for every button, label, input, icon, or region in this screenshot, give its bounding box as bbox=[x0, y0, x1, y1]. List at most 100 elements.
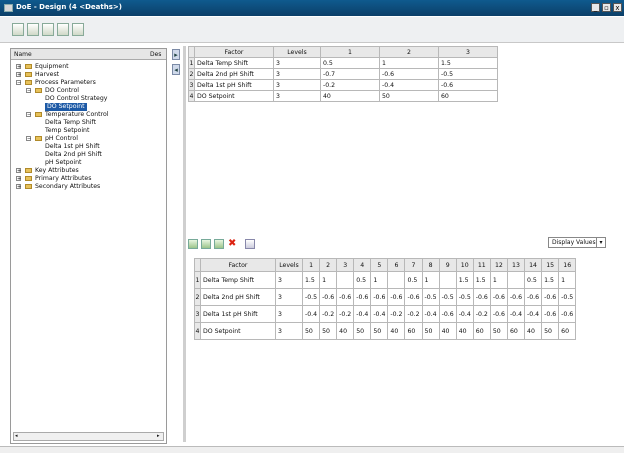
column-header[interactable]: 11 bbox=[472, 258, 491, 272]
tree-item[interactable]: + Secondary Attributes bbox=[15, 183, 165, 191]
column-header[interactable]: Levels bbox=[275, 258, 303, 272]
table-row[interactable]: 2 Delta 2nd pH Shift 3 -0.7 -0.6 -0.5 bbox=[188, 68, 498, 80]
table-cell[interactable]: -0.4 bbox=[370, 305, 389, 323]
tree-item[interactable]: + Equipment bbox=[15, 63, 165, 71]
tree-item[interactable]: − DO Control bbox=[15, 87, 165, 95]
table-cell[interactable]: 3 bbox=[275, 288, 303, 306]
table-cell[interactable] bbox=[336, 271, 355, 289]
column-header[interactable]: Levels bbox=[273, 46, 321, 58]
table-cell[interactable]: 60 bbox=[438, 90, 498, 102]
table-cell[interactable]: -0.5 bbox=[455, 288, 474, 306]
expand-icon[interactable]: + bbox=[16, 72, 21, 78]
table-cell[interactable]: 0.5 bbox=[320, 57, 380, 69]
column-header[interactable]: 2 bbox=[379, 46, 439, 58]
table-cell[interactable]: Delta 1st pH Shift bbox=[194, 79, 274, 91]
table-cell[interactable]: -0.5 bbox=[421, 288, 440, 306]
table-cell[interactable]: 1.5 bbox=[541, 271, 560, 289]
table-row[interactable]: 4 DO Setpoint 3 40 50 60 bbox=[188, 90, 498, 102]
table-cell[interactable]: 1 bbox=[370, 271, 389, 289]
table-cell[interactable]: 1 bbox=[319, 271, 338, 289]
table-cell[interactable]: -0.6 bbox=[404, 288, 423, 306]
table-cell[interactable]: -0.6 bbox=[524, 288, 543, 306]
table-cell[interactable]: -0.6 bbox=[370, 288, 389, 306]
save-icon[interactable] bbox=[42, 23, 54, 36]
add-column-icon[interactable] bbox=[214, 239, 224, 249]
table-cell[interactable]: -0.6 bbox=[336, 288, 355, 306]
save-as-icon[interactable] bbox=[57, 23, 69, 36]
table-cell[interactable]: -0.2 bbox=[387, 305, 406, 323]
table-cell[interactable] bbox=[387, 271, 406, 289]
table-cell[interactable]: -0.4 bbox=[379, 79, 439, 91]
tree-item[interactable]: pH Setpoint bbox=[15, 159, 165, 167]
maximize-button[interactable]: ▫ bbox=[602, 3, 611, 12]
column-header[interactable]: 3 bbox=[438, 46, 498, 58]
panel-splitter[interactable] bbox=[183, 46, 186, 442]
table-cell[interactable]: 1.5 bbox=[455, 271, 474, 289]
tree-item[interactable]: + Primary Attributes bbox=[15, 175, 165, 183]
table-cell[interactable]: Delta 2nd pH Shift bbox=[194, 68, 274, 80]
minimize-button[interactable]: _ bbox=[591, 3, 600, 12]
column-header[interactable]: 1 bbox=[320, 46, 380, 58]
table-cell[interactable]: 1 bbox=[558, 271, 577, 289]
table-cell[interactable]: -0.4 bbox=[506, 305, 526, 323]
table-cell[interactable]: -0.6 bbox=[353, 288, 372, 306]
table-cell[interactable]: -0.6 bbox=[438, 305, 457, 323]
table-cell[interactable]: 1 bbox=[379, 57, 439, 69]
column-header[interactable]: 5 bbox=[370, 258, 389, 272]
table-cell[interactable]: 0.5 bbox=[404, 271, 423, 289]
column-header[interactable]: 1 bbox=[301, 258, 321, 272]
column-header[interactable]: 4 bbox=[353, 258, 372, 272]
table-cell[interactable]: 60 bbox=[506, 322, 526, 340]
table-cell[interactable]: 50 bbox=[541, 322, 560, 340]
horizontal-scrollbar[interactable]: ◂ ▸ bbox=[13, 432, 164, 441]
table-cell[interactable]: 60 bbox=[472, 322, 491, 340]
table-cell[interactable]: -0.2 bbox=[320, 79, 380, 91]
chevron-down-icon[interactable]: ▾ bbox=[596, 238, 605, 247]
tree-item[interactable]: Delta 2nd pH Shift bbox=[15, 151, 165, 159]
export-icon[interactable] bbox=[245, 239, 255, 249]
table-cell[interactable]: -0.6 bbox=[558, 305, 577, 323]
table-cell[interactable]: -0.6 bbox=[379, 68, 439, 80]
collapse-icon[interactable]: − bbox=[26, 112, 31, 118]
table-cell[interactable]: -0.5 bbox=[438, 288, 457, 306]
table-cell[interactable]: -0.2 bbox=[404, 305, 423, 323]
collapse-icon[interactable]: − bbox=[16, 80, 21, 86]
tree-col-name[interactable]: Name bbox=[14, 51, 32, 58]
table-cell[interactable]: -0.6 bbox=[319, 288, 338, 306]
table-cell[interactable]: -0.4 bbox=[524, 305, 543, 323]
table-cell[interactable]: 3 bbox=[275, 271, 303, 289]
table-cell[interactable]: -0.5 bbox=[301, 288, 321, 306]
table-cell[interactable]: 3 bbox=[275, 305, 303, 323]
column-header[interactable]: Factor bbox=[194, 46, 274, 58]
table-cell[interactable]: 0.5 bbox=[524, 271, 543, 289]
table-cell[interactable]: 1.5 bbox=[438, 57, 498, 69]
table-cell[interactable]: -0.6 bbox=[506, 288, 526, 306]
new-icon[interactable] bbox=[12, 23, 24, 36]
table-cell[interactable]: 3 bbox=[273, 90, 321, 102]
column-header[interactable]: 2 bbox=[319, 258, 338, 272]
table-cell[interactable]: 50 bbox=[301, 322, 321, 340]
table-cell[interactable]: -0.5 bbox=[438, 68, 498, 80]
table-cell[interactable]: -0.6 bbox=[438, 79, 498, 91]
collapse-icon[interactable]: − bbox=[26, 88, 31, 94]
table-cell[interactable]: Delta Temp Shift bbox=[194, 57, 274, 69]
table-cell[interactable]: -0.6 bbox=[387, 288, 406, 306]
table-cell[interactable]: -0.4 bbox=[455, 305, 474, 323]
table-row[interactable]: 2 Delta 2nd pH Shift 3 -0.5 -0.6 -0.6 -0.6 -0.6… bbox=[194, 288, 577, 306]
table-cell[interactable]: 40 bbox=[524, 322, 543, 340]
table-cell[interactable]: -0.4 bbox=[353, 305, 372, 323]
table-cell[interactable]: 40 bbox=[455, 322, 474, 340]
table-cell[interactable]: 40 bbox=[336, 322, 355, 340]
table-cell[interactable]: 3 bbox=[273, 57, 321, 69]
table-cell[interactable] bbox=[506, 271, 526, 289]
table-cell[interactable]: DO Setpoint bbox=[194, 90, 274, 102]
table-cell[interactable]: 40 bbox=[438, 322, 457, 340]
add-row-icon[interactable] bbox=[201, 239, 211, 249]
table-row[interactable]: 3 Delta 1st pH Shift 3 -0.2 -0.4 -0.6 bbox=[188, 79, 498, 91]
table-cell[interactable]: 3 bbox=[273, 79, 321, 91]
table-cell[interactable]: -0.4 bbox=[421, 305, 440, 323]
table-cell[interactable]: -0.6 bbox=[489, 288, 508, 306]
column-header[interactable]: 12 bbox=[489, 258, 508, 272]
table-cell[interactable]: Delta 1st pH Shift bbox=[200, 305, 276, 323]
table-cell[interactable]: -0.6 bbox=[541, 305, 560, 323]
